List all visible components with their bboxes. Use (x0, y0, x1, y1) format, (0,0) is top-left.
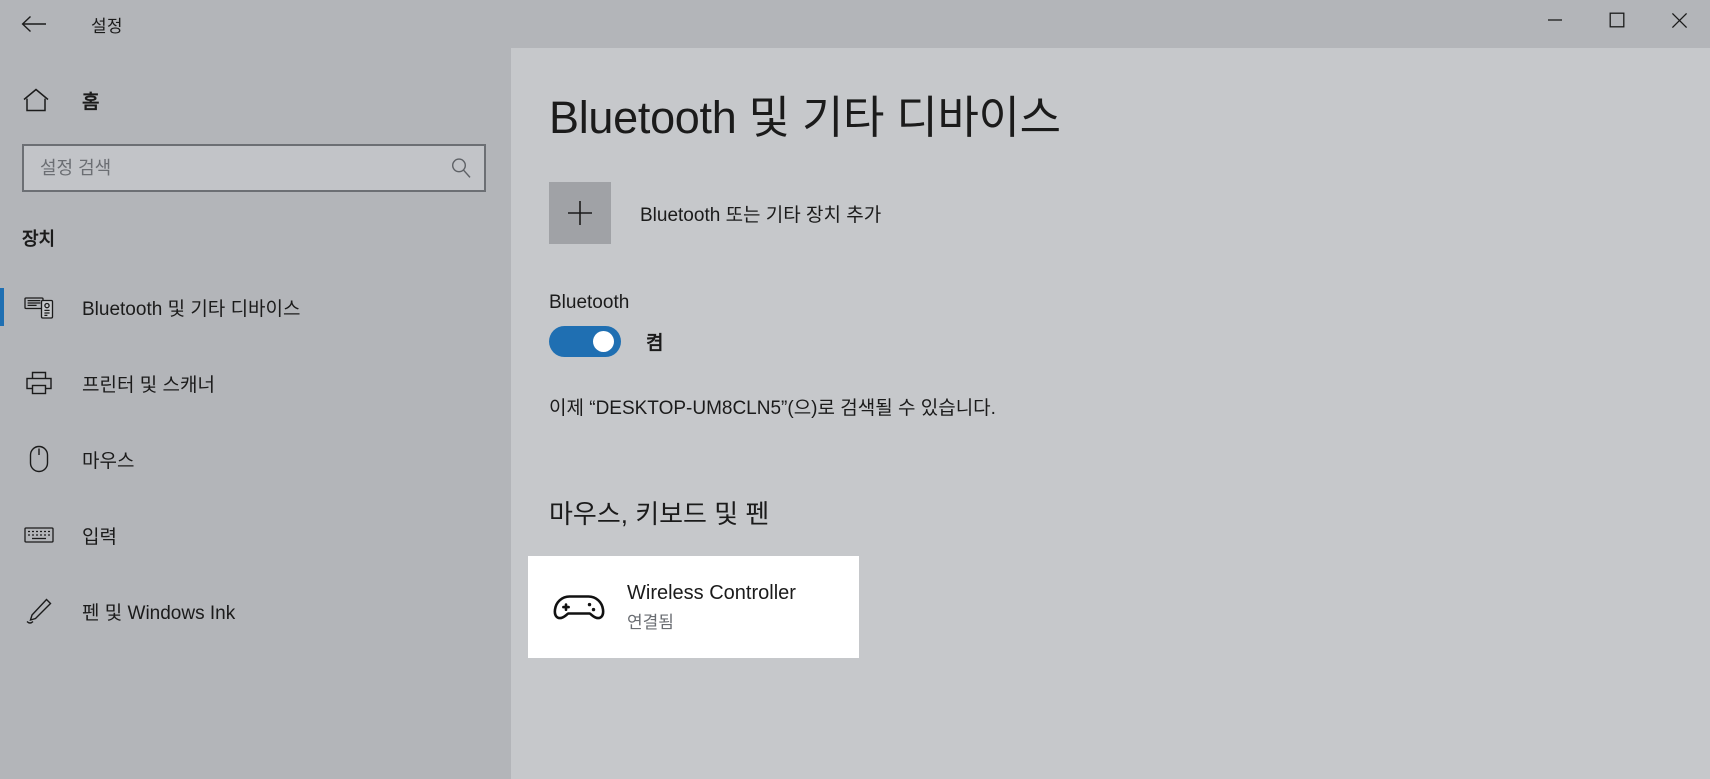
maximize-button[interactable] (1586, 0, 1648, 40)
search-icon[interactable] (438, 146, 484, 190)
sidebar-item-pen-windows-ink[interactable]: 펜 및 Windows Ink (0, 573, 511, 649)
mouse-icon (22, 445, 56, 473)
toggle-knob (593, 331, 614, 353)
sidebar-item-printers-scanners[interactable]: 프린터 및 스캐너 (0, 345, 511, 421)
pen-icon (22, 597, 56, 625)
back-button[interactable] (6, 2, 62, 46)
sidebar-item-bluetooth-devices[interactable]: Bluetooth 및 기타 디바이스 (0, 269, 511, 345)
sidebar-item-label-pen-windows-ink: 펜 및 Windows Ink (82, 602, 236, 624)
plus-icon (549, 182, 611, 245)
device-status: 연결됨 (627, 612, 674, 632)
sidebar-item-label-bluetooth-devices: Bluetooth 및 기타 디바이스 (82, 298, 301, 320)
home-icon (22, 87, 56, 113)
minimize-button[interactable] (1524, 0, 1586, 40)
bluetooth-setting-block: Bluetooth 켬 이제 “DESKTOP-UM8CLN5”(으)로 검색될… (549, 292, 1710, 420)
window-controls (1524, 0, 1710, 48)
minimize-icon (1547, 14, 1563, 26)
printer-icon (22, 370, 56, 396)
app-title: 설정 (91, 16, 123, 36)
maximize-icon (1609, 12, 1625, 28)
sidebar-section-label: 장치 (22, 229, 56, 249)
bluetooth-toggle-row: 켬 (549, 326, 1710, 358)
page-title: Bluetooth 및 기타 디바이스 (549, 92, 1061, 143)
discoverable-text: 이제 “DESKTOP-UM8CLN5”(으)로 검색될 수 있습니다. (549, 398, 996, 420)
add-bluetooth-device-button[interactable]: Bluetooth 또는 기타 장치 추가 (549, 182, 882, 245)
bluetooth-toggle-state: 켬 (646, 333, 664, 355)
add-bluetooth-device-label: Bluetooth 또는 기타 장치 추가 (640, 204, 882, 226)
gamepad-icon (553, 590, 605, 624)
sidebar-item-label-home: 홈 (82, 91, 100, 113)
device-text-block: Wireless Controller 연결됨 (627, 582, 796, 633)
title-bar: 설정 (0, 0, 1710, 48)
settings-window: 설정 홈 설정 검색 장치 Bluetooth 및 기타 디바이스 프린터 및 … (0, 0, 1710, 779)
close-icon (1671, 12, 1688, 29)
keyboard-icon (22, 525, 56, 545)
search-input[interactable] (24, 146, 438, 190)
sidebar-item-home[interactable]: 홈 (0, 76, 511, 124)
bluetooth-toggle[interactable] (549, 326, 621, 358)
bluetooth-heading: Bluetooth (549, 292, 630, 314)
sidebar-item-label-typing: 입력 (82, 526, 117, 548)
device-group-heading: 마우스, 키보드 및 펜 (549, 499, 770, 530)
device-card-wireless-controller[interactable]: Wireless Controller 연결됨 (528, 556, 859, 658)
back-arrow-icon (21, 15, 47, 33)
sidebar-nav-list: Bluetooth 및 기타 디바이스 프린터 및 스캐너 마우스 입력 펜 및… (0, 269, 511, 649)
bluetooth-devices-icon (22, 294, 56, 320)
sidebar-item-label-mouse: 마우스 (82, 450, 135, 472)
search-box[interactable] (22, 144, 486, 192)
close-button[interactable] (1648, 0, 1710, 40)
main-content: Bluetooth 및 기타 디바이스 Bluetooth 또는 기타 장치 추… (511, 48, 1710, 779)
window-body: 홈 장치 (0, 48, 1710, 779)
sidebar-item-typing[interactable]: 입력 (0, 497, 511, 573)
device-name: Wireless Controller (627, 581, 796, 604)
sidebar-item-label-printers-scanners: 프린터 및 스캐너 (82, 374, 215, 396)
sidebar-item-mouse[interactable]: 마우스 (0, 421, 511, 497)
selection-indicator (0, 288, 4, 326)
sidebar: 홈 장치 (0, 48, 511, 779)
